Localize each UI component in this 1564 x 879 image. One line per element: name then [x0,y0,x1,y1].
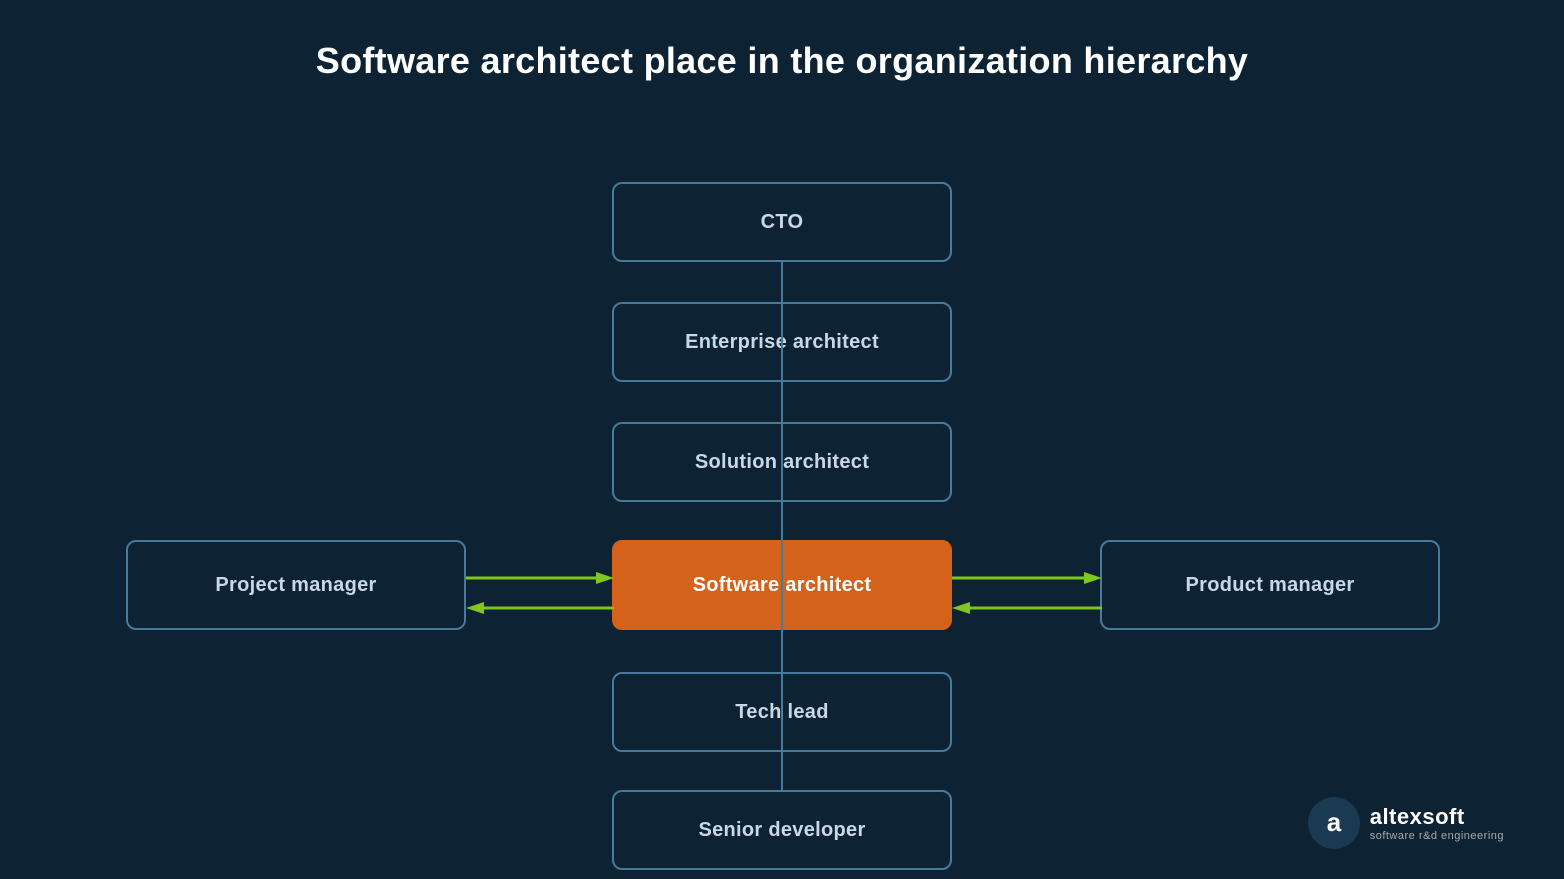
altexsoft-icon: a [1308,797,1360,849]
label-cto: CTO [761,211,804,234]
page-title: Software architect place in the organiza… [316,40,1248,82]
diagram: CTO Enterprise architect Solution archit… [0,92,1564,879]
arrow-prodm-to-sa [952,600,1102,630]
label-senior-developer: Senior developer [698,819,865,842]
label-project-manager: Project manager [215,574,376,597]
altexsoft-logo: a altexsoft software r&d engineering [1308,797,1504,849]
altexsoft-text: altexsoft software r&d engineering [1370,804,1504,842]
node-project-manager: Project manager [126,540,466,630]
node-senior-developer: Senior developer [612,790,952,870]
logo-name: altexsoft [1370,804,1504,830]
label-product-manager: Product manager [1186,574,1355,597]
arrow-sa-to-prodm [952,570,1102,600]
svg-text:a: a [1326,807,1341,837]
node-cto: CTO [612,182,952,262]
logo-subtitle: software r&d engineering [1370,830,1504,842]
arrow-pm-to-sa [466,570,614,600]
vertical-connector [780,262,784,790]
node-product-manager: Product manager [1100,540,1440,630]
arrow-sa-to-pm [466,600,614,630]
